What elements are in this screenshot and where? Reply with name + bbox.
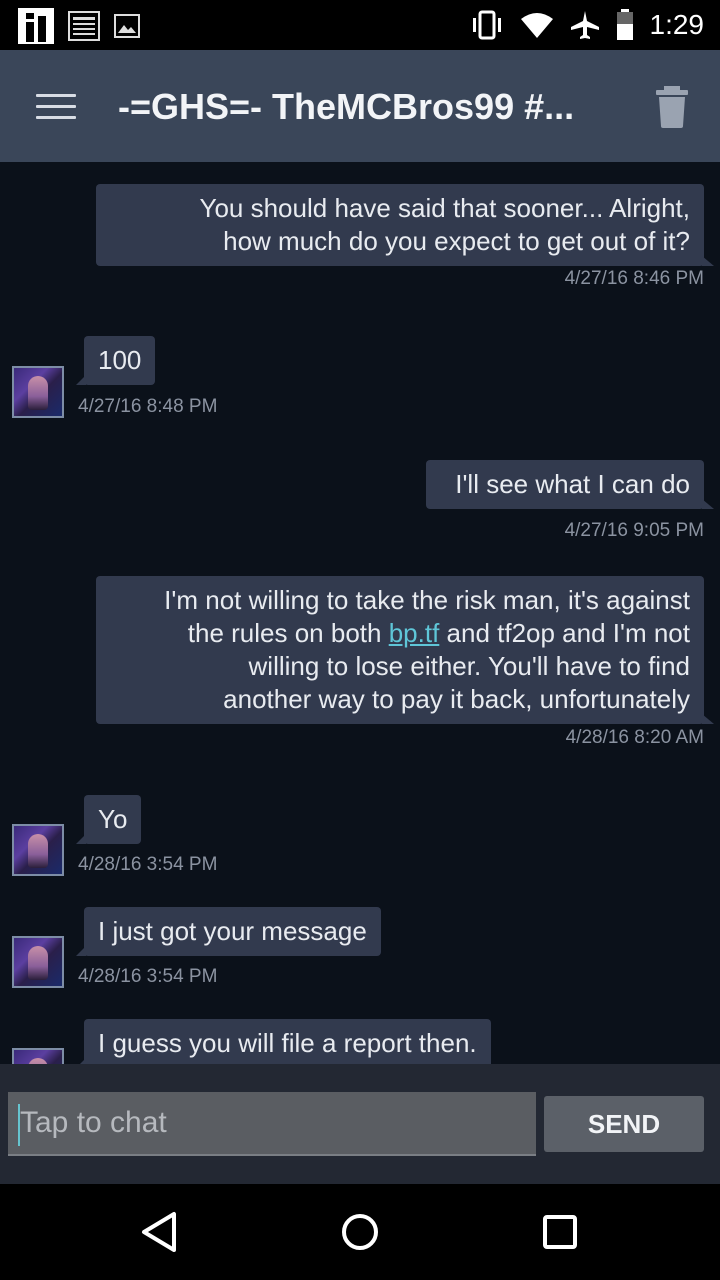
message-text: I guess you will file a report then. xyxy=(98,1028,477,1058)
message-bubble-incoming: Yo xyxy=(75,795,142,844)
message-text: I just got your message xyxy=(98,916,367,946)
airplane-icon xyxy=(570,11,599,39)
message-line: You should have said that sooner... Alri… xyxy=(199,193,691,223)
message-bubble-outgoing: I'll see what I can do xyxy=(426,460,714,509)
status-left-icons xyxy=(18,8,140,44)
back-icon[interactable] xyxy=(136,1208,184,1256)
message-line: willing to lose either. You'll have to f… xyxy=(248,651,690,681)
vibrate-icon xyxy=(472,10,501,40)
image-icon xyxy=(114,14,140,38)
message-timestamp: 4/27/16 8:48 PM xyxy=(78,396,218,417)
navigation-bar xyxy=(0,1184,720,1280)
wifi-icon xyxy=(520,13,553,38)
message-timestamp: 4/27/16 8:46 PM xyxy=(564,268,704,289)
message-timestamp: 4/27/16 9:05 PM xyxy=(564,520,704,541)
message-bubble-incoming: I just got your message xyxy=(76,907,381,956)
message-text: 100 xyxy=(98,345,142,375)
trash-icon[interactable] xyxy=(652,86,692,128)
chat-input[interactable] xyxy=(8,1092,536,1156)
send-button[interactable]: SEND xyxy=(544,1096,704,1152)
message-bubble-incoming: 100 xyxy=(75,336,156,385)
message-bubble-outgoing: You should have said that sooner... Alri… xyxy=(96,184,714,266)
avatar[interactable] xyxy=(12,366,64,418)
message-line: how much do you expect to get out of it? xyxy=(223,226,690,256)
page-title: -=GHS=- TheMCBros99 #... xyxy=(118,86,575,127)
app-notification-icon xyxy=(18,8,54,44)
message-line: I'm not willing to take the risk man, it… xyxy=(164,585,690,615)
bp-tf-link[interactable]: bp.tf xyxy=(389,618,440,648)
text-cursor xyxy=(18,1104,20,1146)
message-line: another way to pay it back, unfortunatel… xyxy=(223,684,690,714)
status-right-icons: 1:29 xyxy=(470,6,705,44)
message-timestamp: 4/28/16 3:54 PM xyxy=(78,854,218,875)
message-timestamp: 4/28/16 3:54 PM xyxy=(78,966,218,987)
battery-icon xyxy=(616,9,633,40)
avatar[interactable] xyxy=(12,824,64,876)
chat-log[interactable]: You should have said that sooner... Alri… xyxy=(0,162,720,1064)
status-time: 1:29 xyxy=(649,9,705,40)
message-timestamp: 4/28/16 8:20 AM xyxy=(565,727,704,748)
message-bubble-outgoing: I'm not willing to take the risk man, it… xyxy=(96,576,714,724)
app-bar: -=GHS=- TheMCBros99 #... xyxy=(0,50,720,162)
avatar[interactable] xyxy=(12,1048,64,1064)
message-text: Yo xyxy=(98,804,128,834)
news-icon xyxy=(68,11,100,41)
chat-input-bar: SEND xyxy=(0,1064,720,1184)
message-bubble-incoming: I guess you will file a report then. xyxy=(76,1019,491,1064)
menu-icon[interactable] xyxy=(36,94,76,120)
recents-icon[interactable] xyxy=(536,1208,584,1256)
avatar[interactable] xyxy=(12,936,64,988)
status-bar: 1:29 xyxy=(0,0,720,50)
home-icon[interactable] xyxy=(336,1208,384,1256)
message-text: I'll see what I can do xyxy=(455,469,690,499)
message-line: the rules on both bp.tf and tf2op and I'… xyxy=(187,618,690,648)
